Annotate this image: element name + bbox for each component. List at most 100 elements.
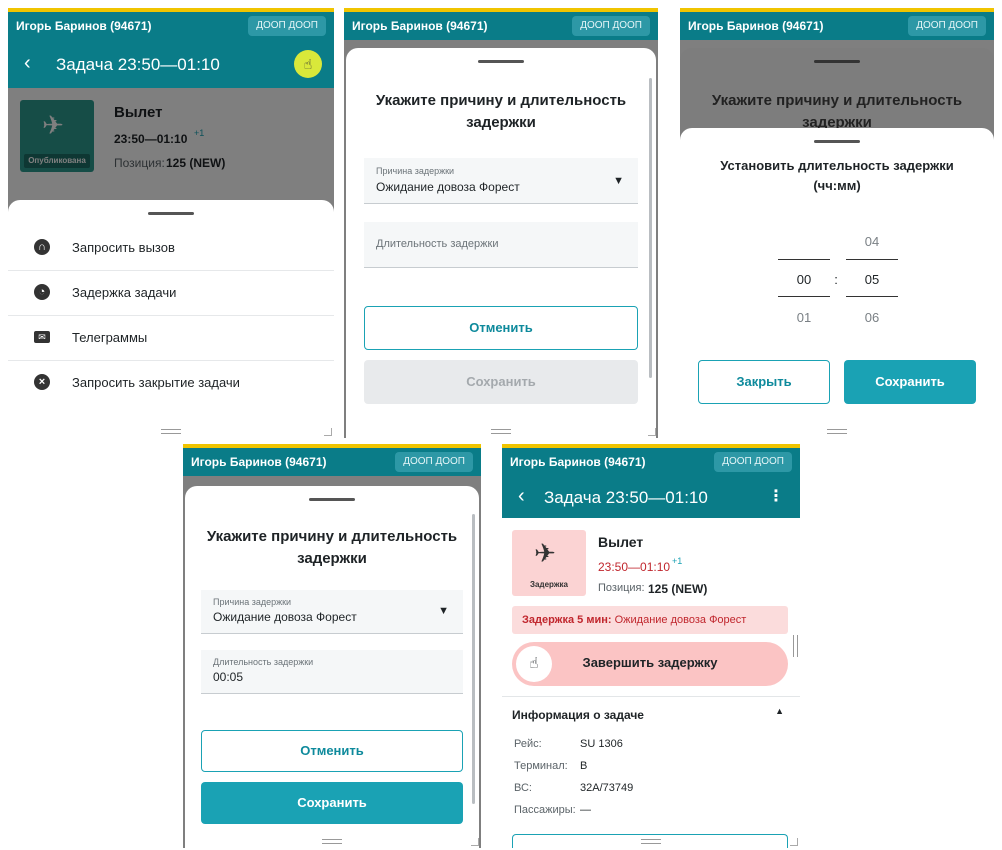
finish-delay-label: Завершить задержку xyxy=(582,655,718,670)
finish-delay-slider[interactable]: ☝ Завершить задержку xyxy=(512,642,788,686)
field-value: Ожидание довоза Форест xyxy=(213,610,357,624)
page-title: Задача 23:50—01:10 xyxy=(56,55,220,74)
menu-item-label: Телеграммы xyxy=(72,330,148,345)
back-icon[interactable]: ‹ xyxy=(518,485,525,508)
delay-banner-reason: Ожидание довоза Форест xyxy=(614,614,747,626)
screen-task-menu: Игорь Баринов (94671) ДООП ДООП ‹ Задача… xyxy=(8,8,334,438)
info-label: ВС: xyxy=(514,782,532,794)
field-label: Длительность задержки xyxy=(213,657,314,667)
picker-divider xyxy=(778,259,830,260)
position-value: 125 (NEW) xyxy=(648,582,708,596)
save-button[interactable]: Сохранить xyxy=(364,360,638,404)
scrollbar[interactable] xyxy=(472,514,475,804)
task-time: 23:50—01:10 xyxy=(598,560,671,574)
field-value: Ожидание довоза Форест xyxy=(376,180,520,194)
back-icon[interactable]: ‹ xyxy=(24,52,31,75)
more-vertical-icon[interactable]: ⋮ xyxy=(768,486,784,506)
save-button[interactable]: Сохранить xyxy=(201,782,463,824)
menu-item-label: Задержка задачи xyxy=(72,285,177,300)
duty-badge[interactable]: ДООП ДООП xyxy=(395,452,473,472)
resize-handle[interactable] xyxy=(641,839,661,844)
task-type: Вылет xyxy=(598,534,644,550)
minutes-selected[interactable]: 05 xyxy=(846,272,898,287)
screen-task-delayed: Игорь Баринов (94671) ДООП ДООП ‹ Задача… xyxy=(502,444,800,848)
dialog-title: Укажите причину и длительность задержки xyxy=(375,92,627,131)
delay-reason-select[interactable]: Причина задержки Ожидание довоза Форест … xyxy=(364,158,638,204)
resize-handle[interactable] xyxy=(322,839,342,844)
info-value: — xyxy=(580,804,591,816)
day-offset: +1 xyxy=(672,556,683,566)
dropdown-arrow-icon: ▼ xyxy=(438,605,449,617)
departure-plane-icon: ✈ xyxy=(534,538,556,568)
more-button[interactable]: ☝ xyxy=(294,50,322,78)
picker-title: Установить длительность задержки (чч:мм) xyxy=(720,158,954,193)
screen-delay-dialog-filled: Игорь Баринов (94671) ДООП ДООП Укажите … xyxy=(183,444,481,848)
action-sheet: ∩ Запросить вызов ◔ Задержка задачи ✉ Те… xyxy=(8,200,334,438)
delay-duration-field[interactable]: Длительность задержки 00:05 xyxy=(201,650,463,694)
info-section-title: Информация о задаче xyxy=(512,708,644,722)
user-name: Игорь Баринов (94671) xyxy=(510,455,646,469)
resize-corner-icon[interactable] xyxy=(790,838,798,846)
scrollbar[interactable] xyxy=(649,78,652,378)
duty-badge[interactable]: ДООП ДООП xyxy=(908,16,986,36)
duty-badge[interactable]: ДООП ДООП xyxy=(714,452,792,472)
sheet-handle[interactable] xyxy=(148,212,194,215)
clock-icon: ◔ xyxy=(34,284,50,300)
delay-banner: Задержка 5 мин: Ожидание довоза Форест xyxy=(512,606,788,634)
menu-item-label: Запросить вызов xyxy=(72,240,175,255)
dropdown-arrow-icon: ▼ xyxy=(613,175,624,187)
menu-item-delay-task[interactable]: ◔ Задержка задачи xyxy=(8,271,334,316)
resize-corner-icon[interactable] xyxy=(324,428,332,436)
resize-handle[interactable] xyxy=(491,429,511,434)
cancel-button[interactable]: Отменить xyxy=(364,306,638,350)
close-circle-icon: × xyxy=(34,374,50,390)
user-name: Игорь Баринов (94671) xyxy=(191,455,327,469)
delay-duration-field[interactable]: Длительность задержки xyxy=(364,222,638,268)
hours-next[interactable]: 01 xyxy=(778,310,830,325)
sheet-handle xyxy=(814,60,860,63)
close-button[interactable]: Закрыть xyxy=(698,360,830,404)
info-value: B xyxy=(580,760,588,772)
user-header: Игорь Баринов (94671) ДООП ДООП xyxy=(680,12,994,40)
user-name: Игорь Баринов (94671) xyxy=(16,19,152,33)
headset-icon: ∩ xyxy=(34,239,50,255)
delay-reason-select[interactable]: Причина задержки Ожидание довоза Форест … xyxy=(201,590,463,634)
menu-item-request-call[interactable]: ∩ Запросить вызов xyxy=(8,226,334,271)
delay-sheet: Укажите причину и длительность задержки … xyxy=(185,486,479,848)
page-title: Задача 23:50—01:10 xyxy=(544,488,708,507)
task-navbar: ‹ Задача 23:50—01:10 ⋮ xyxy=(502,476,800,518)
info-label: Пассажиры: xyxy=(514,804,576,816)
duty-badge[interactable]: ДООП ДООП xyxy=(248,16,326,36)
save-button[interactable]: Сохранить xyxy=(844,360,976,404)
minutes-next[interactable]: 06 xyxy=(846,310,898,325)
sheet-handle[interactable] xyxy=(309,498,355,501)
info-value: 32A/73749 xyxy=(580,782,634,794)
menu-item-telegrams[interactable]: ✉ Телеграммы xyxy=(8,316,334,361)
chevron-up-icon[interactable]: ▲ xyxy=(775,706,784,716)
resize-corner-icon[interactable] xyxy=(471,838,479,846)
duty-badge[interactable]: ДООП ДООП xyxy=(572,16,650,36)
resize-corner-icon[interactable] xyxy=(648,428,656,436)
screen-delay-dialog: Игорь Баринов (94671) ДООП ДООП Укажите … xyxy=(344,8,658,438)
cancel-button[interactable]: Отменить xyxy=(201,730,463,772)
field-value: 00:05 xyxy=(213,670,244,684)
resize-side-handle[interactable] xyxy=(793,635,798,657)
sheet-handle[interactable] xyxy=(478,60,524,63)
dialog-title: Укажите причину и длительность задержки xyxy=(206,528,458,567)
resize-handle[interactable] xyxy=(161,429,181,434)
sheet-handle[interactable] xyxy=(814,140,860,143)
info-section-header[interactable]: Информация о задаче ▲ xyxy=(512,706,788,726)
duration-picker-sheet: Установить длительность задержки (чч:мм)… xyxy=(680,128,994,438)
menu-item-request-close[interactable]: × Запросить закрытие задачи xyxy=(8,361,334,406)
picker-divider xyxy=(846,296,898,297)
pointer-hand-icon: ☝ xyxy=(303,56,313,72)
divider xyxy=(502,696,800,697)
user-name: Игорь Баринов (94671) xyxy=(352,19,488,33)
resize-handle[interactable] xyxy=(827,429,847,434)
delay-sheet: Укажите причину и длительность задержки … xyxy=(346,48,656,438)
user-header: Игорь Баринов (94671) ДООП ДООП xyxy=(183,448,481,476)
minutes-prev[interactable]: 04 xyxy=(846,234,898,249)
user-name: Игорь Баринов (94671) xyxy=(688,19,824,33)
task-navbar: ‹ Задача 23:50—01:10 ☝ xyxy=(8,40,334,88)
status-badge: Задержка xyxy=(530,580,568,589)
